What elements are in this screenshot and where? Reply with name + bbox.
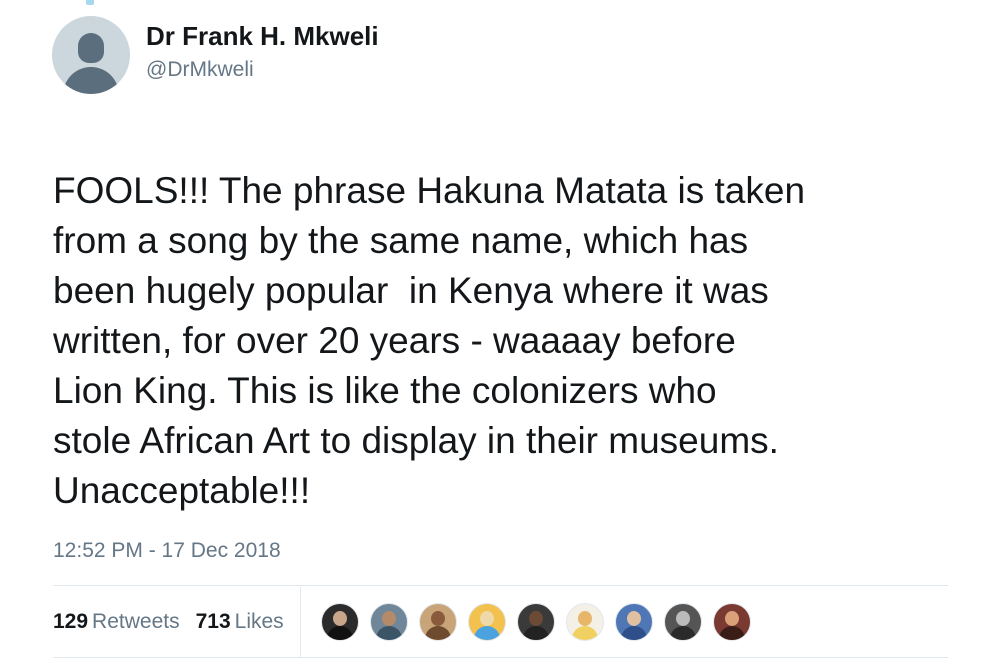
avatar-body-shape: [63, 67, 119, 94]
retweets-count: 129: [53, 609, 89, 633]
liker-avatar[interactable]: [467, 602, 506, 641]
tweet-timestamp[interactable]: 12:52 PM - 17 Dec 2018: [53, 537, 281, 565]
liker-body-shape: [669, 625, 696, 640]
liker-face-shape: [577, 610, 592, 626]
liker-face-shape: [626, 610, 641, 626]
likers-avatars: [320, 602, 762, 641]
scroll-indicator: [86, 0, 94, 5]
author-handle[interactable]: @DrMkweli: [146, 56, 379, 84]
liker-face-shape: [332, 610, 347, 626]
default-profile-icon: [78, 33, 104, 63]
author-names: Dr Frank H. Mkweli @DrMkweli: [146, 20, 379, 84]
liker-body-shape: [718, 625, 745, 640]
liker-body-shape: [326, 625, 353, 640]
retweets-label: Retweets: [92, 609, 180, 633]
liker-face-shape: [381, 610, 396, 626]
avatar[interactable]: [52, 16, 130, 94]
liker-body-shape: [620, 625, 647, 640]
author-display-name[interactable]: Dr Frank H. Mkweli: [146, 20, 379, 52]
liker-avatar[interactable]: [516, 602, 555, 641]
liker-avatar[interactable]: [320, 602, 359, 641]
tweet-header: Dr Frank H. Mkweli @DrMkweli: [52, 16, 379, 94]
tweet-text: FOOLS!!! The phrase Hakuna Matata is tak…: [53, 170, 806, 511]
liker-face-shape: [675, 610, 690, 626]
liker-face-shape: [479, 610, 494, 626]
liker-face-shape: [430, 610, 445, 626]
liker-body-shape: [522, 625, 549, 640]
liker-avatar[interactable]: [369, 602, 408, 641]
likes-stat[interactable]: 713 Likes: [196, 610, 284, 634]
liker-face-shape: [528, 610, 543, 626]
liker-face-shape: [724, 610, 739, 626]
stats-separator: [299, 586, 301, 657]
likes-label: Likes: [234, 609, 284, 633]
liker-body-shape: [571, 625, 598, 640]
liker-body-shape: [424, 625, 451, 640]
divider: [53, 657, 948, 658]
liker-body-shape: [375, 625, 402, 640]
liker-avatar[interactable]: [614, 602, 653, 641]
liker-avatar[interactable]: [565, 602, 604, 641]
tweet-stats: 129 Retweets 713 Likes: [53, 586, 762, 657]
liker-avatar[interactable]: [712, 602, 751, 641]
liker-avatar[interactable]: [663, 602, 702, 641]
likes-count: 713: [195, 609, 231, 633]
retweets-stat[interactable]: 129 Retweets: [53, 610, 180, 634]
liker-body-shape: [473, 625, 500, 640]
liker-avatar[interactable]: [418, 602, 457, 641]
